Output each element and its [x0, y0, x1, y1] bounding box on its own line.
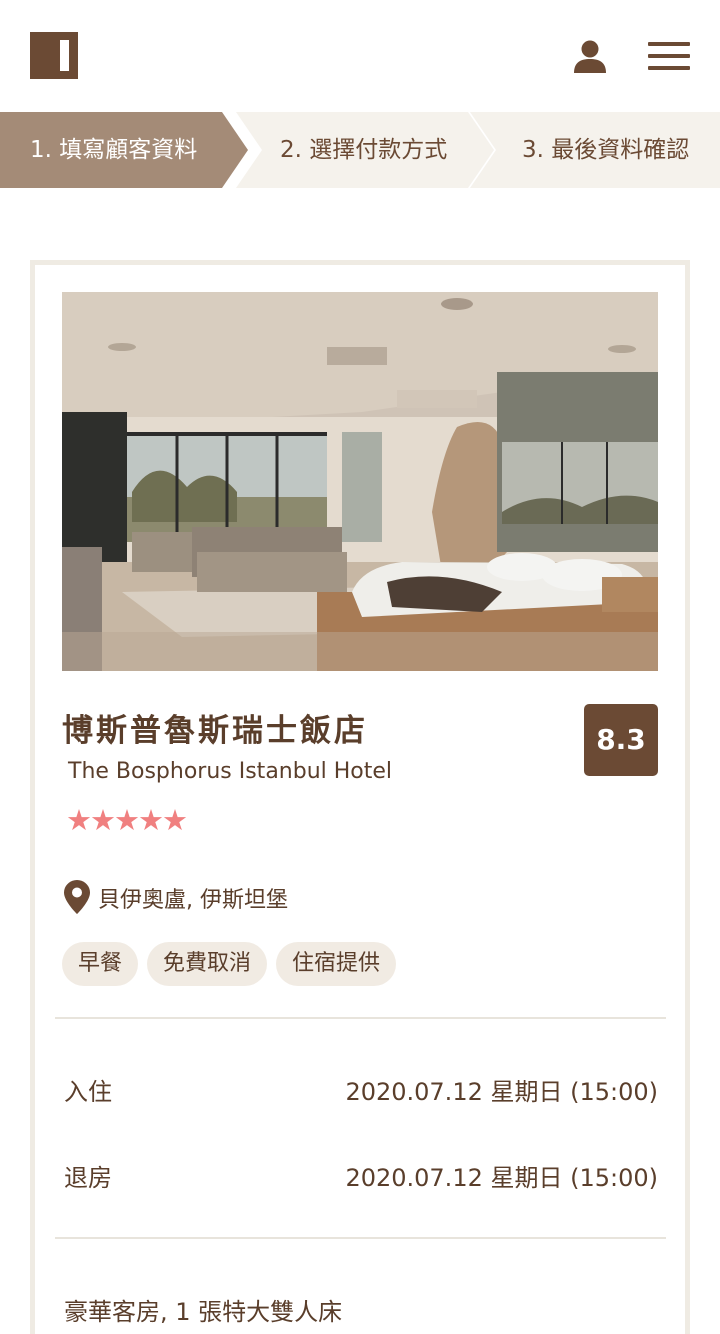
star-icon: ★ [66, 803, 92, 837]
divider [55, 1017, 666, 1019]
checkin-label: 入住 [64, 1078, 112, 1106]
hotel-room-photo [62, 292, 658, 671]
star-icon: ★ [90, 803, 116, 837]
brand-logo-icon[interactable] [30, 32, 78, 79]
star-icon: ★ [162, 803, 188, 837]
hotel-name: 博斯普魯斯瑞士飯店 [62, 713, 368, 749]
divider [55, 1237, 666, 1239]
booking-summary-card: 博斯普魯斯瑞士飯店 The Bosphorus Istanbul Hotel 8… [30, 260, 690, 1334]
star-rating: ★★★★★ [66, 803, 188, 837]
room-type-description: 豪華客房, 1 張特大雙人床 [64, 1298, 343, 1326]
location-text: 貝伊奧盧, 伊斯坦堡 [98, 888, 288, 913]
checkout-steps: 1. 填寫顧客資料 2. 選擇付款方式 3. 最後資料確認 [0, 112, 720, 188]
map-pin-icon [64, 880, 90, 914]
amenity-tag-free-cancellation: 免費取消 [147, 942, 268, 986]
step-1-fill-customer-info[interactable]: 1. 填寫顧客資料 [30, 112, 197, 188]
hotel-english-name: The Bosphorus Istanbul Hotel [68, 759, 393, 784]
checkout-label: 退房 [64, 1164, 112, 1192]
amenity-tags: 早餐 免費取消 住宿提供 [62, 942, 397, 986]
star-icon: ★ [138, 803, 164, 837]
checkout-value: 2020.07.12 星期日 (15:00) [345, 1164, 658, 1192]
top-header [0, 0, 720, 112]
amenity-tag-breakfast: 早餐 [62, 942, 139, 986]
review-score-badge: 8.3 [584, 704, 658, 776]
hamburger-menu-icon[interactable] [648, 42, 690, 70]
checkin-value: 2020.07.12 星期日 (15:00) [345, 1078, 658, 1106]
amenity-tag-accommodation: 住宿提供 [276, 942, 397, 986]
step-3-final-confirmation[interactable]: 3. 最後資料確認 [522, 112, 689, 188]
star-icon: ★ [114, 803, 140, 837]
user-icon[interactable] [572, 38, 608, 74]
step-2-payment-method[interactable]: 2. 選擇付款方式 [280, 112, 447, 188]
